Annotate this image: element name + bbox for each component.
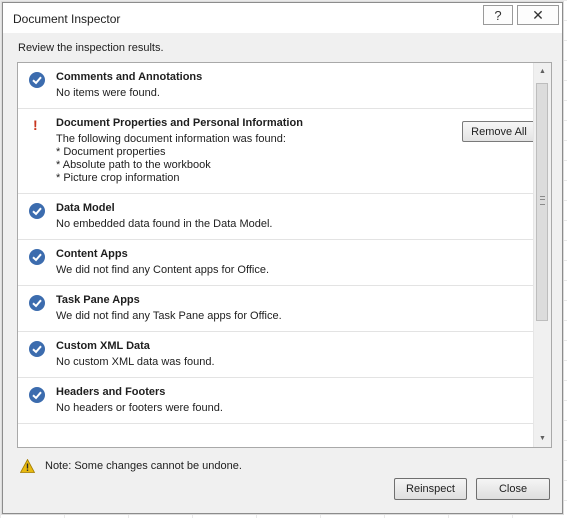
result-description-line: No embedded data found in the Data Model…: [56, 218, 273, 230]
instructions-label: Review the inspection results.: [18, 42, 164, 54]
vertical-scrollbar[interactable]: ▲ ▼: [533, 63, 551, 447]
result-description-line: We did not find any Task Pane apps for O…: [56, 310, 282, 322]
check-circle-icon: [29, 295, 45, 311]
result-heading: Content Apps: [56, 248, 128, 260]
check-circle-icon: [29, 203, 45, 219]
help-icon: ?: [494, 7, 502, 23]
result-heading: Task Pane Apps: [56, 294, 140, 306]
title-bar: Document Inspector ? ✕: [3, 3, 562, 33]
result-row: Content Apps We did not find any Content …: [18, 240, 534, 286]
scroll-thumb[interactable]: [536, 83, 548, 321]
close-icon: ✕: [532, 6, 544, 23]
result-row: Headers and Footers No headers or footers…: [18, 378, 534, 424]
close-button[interactable]: Close: [476, 478, 550, 500]
result-heading: Custom XML Data: [56, 340, 150, 352]
result-description-line: * Absolute path to the workbook: [56, 159, 211, 171]
reinspect-button[interactable]: Reinspect: [394, 478, 467, 500]
result-heading: Data Model: [56, 202, 115, 214]
check-circle-icon: [29, 72, 45, 88]
results-rows: Comments and Annotations No items were fo…: [18, 63, 536, 424]
result-heading: Headers and Footers: [56, 386, 166, 398]
result-row: Custom XML Data No custom XML data was fo…: [18, 332, 534, 378]
result-description: We did not find any Task Pane apps for O…: [56, 310, 534, 323]
result-heading: Comments and Annotations: [56, 71, 203, 83]
result-description-line: No items were found.: [56, 87, 160, 99]
note-text: Note: Some changes cannot be undone.: [45, 460, 242, 472]
window-close-button[interactable]: ✕: [517, 5, 559, 25]
result-row: Comments and Annotations No items were fo…: [18, 63, 534, 109]
result-description: No headers or footers were found.: [56, 402, 534, 415]
result-description-line: * Picture crop information: [56, 172, 180, 184]
results-list: Comments and Annotations No items were fo…: [17, 62, 552, 448]
result-description: No embedded data found in the Data Model…: [56, 218, 534, 231]
result-description-line: * Document properties: [56, 146, 166, 158]
help-button[interactable]: ?: [483, 5, 513, 25]
result-description-line: We did not find any Content apps for Off…: [56, 264, 269, 276]
scroll-up-arrow[interactable]: ▲: [534, 63, 551, 80]
result-description: No items were found.: [56, 87, 534, 100]
result-row: ! Document Properties and Personal Inform…: [18, 109, 536, 194]
check-circle-icon: [29, 249, 45, 265]
result-description: No custom XML data was found.: [56, 356, 534, 369]
remove-all-button[interactable]: Remove All: [462, 121, 536, 142]
note-bar: Note: Some changes cannot be undone.: [20, 458, 242, 474]
grip-icon: [540, 196, 545, 205]
warning-triangle-icon: [20, 459, 35, 473]
dialog-title: Document Inspector: [13, 12, 121, 26]
result-row: Task Pane Apps We did not find any Task P…: [18, 286, 534, 332]
result-row: Data Model No embedded data found in the …: [18, 194, 534, 240]
check-circle-icon: [29, 341, 45, 357]
result-description: We did not find any Content apps for Off…: [56, 264, 534, 277]
exclamation-icon: !: [33, 117, 38, 133]
document-inspector-dialog: Document Inspector ? ✕ Review the inspec…: [2, 2, 563, 514]
check-circle-icon: [29, 387, 45, 403]
result-description-line: No headers or footers were found.: [56, 402, 223, 414]
scroll-down-arrow[interactable]: ▼: [534, 430, 551, 447]
result-description-line: No custom XML data was found.: [56, 356, 215, 368]
